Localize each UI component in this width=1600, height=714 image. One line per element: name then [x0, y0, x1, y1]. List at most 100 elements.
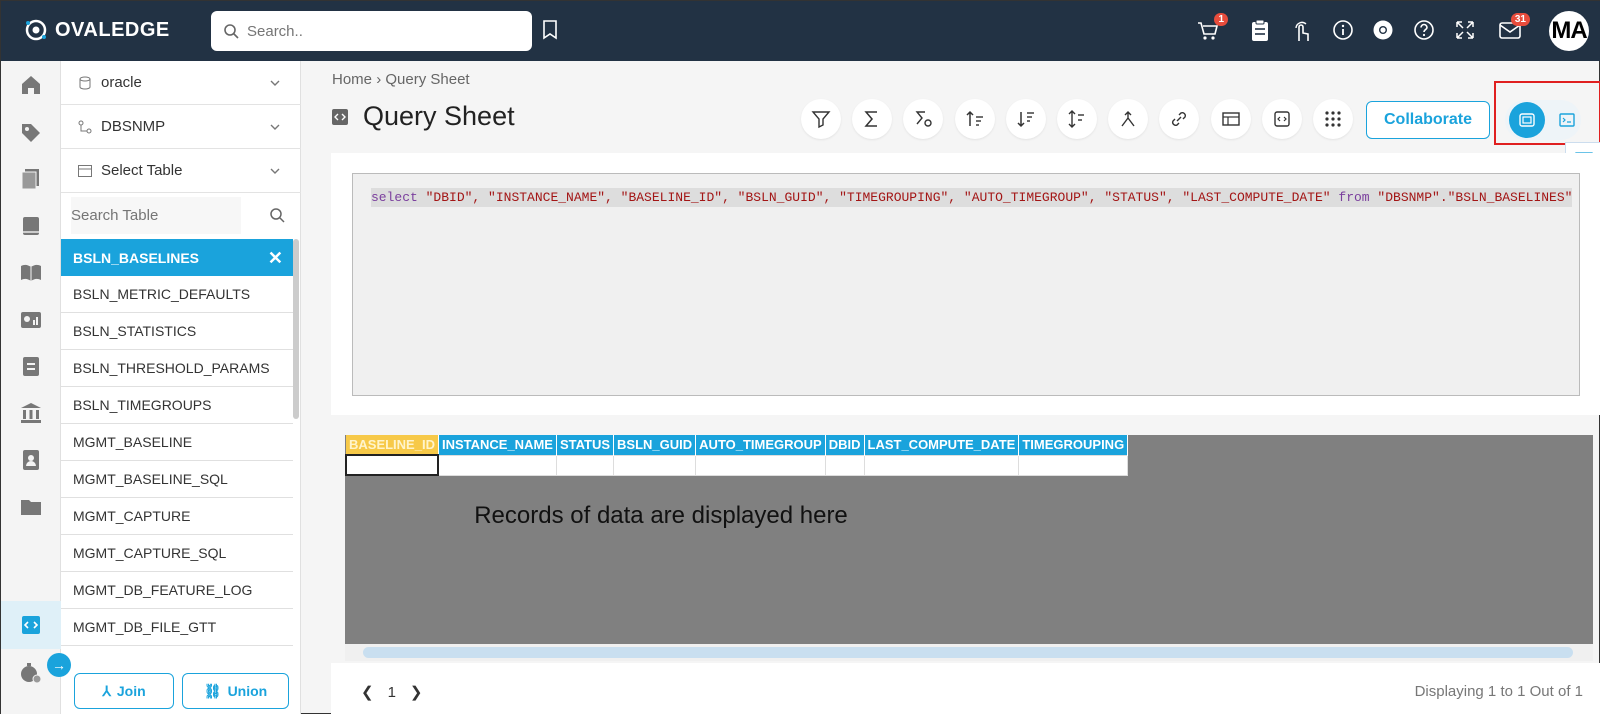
grid-column-header[interactable]: INSTANCE_NAME — [438, 435, 557, 455]
sort-ascending-button[interactable] — [955, 99, 995, 139]
sql-text: select "DBID", "INSTANCE_NAME", "BASELIN… — [371, 188, 1573, 207]
table-list-item[interactable]: BSLN_TIMEGROUPS — [61, 387, 293, 424]
home-icon[interactable] — [19, 73, 43, 97]
sort-descending-button[interactable] — [1006, 99, 1046, 139]
grid-cell[interactable] — [863, 454, 1020, 476]
link-button[interactable] — [1159, 99, 1199, 139]
folder-icon[interactable] — [19, 495, 43, 519]
sort-button[interactable] — [1057, 99, 1097, 139]
mail-button[interactable]: 31 — [1498, 13, 1530, 46]
cart-badge: 1 — [1214, 13, 1228, 26]
annotation-note: Records of data are displayed here — [474, 502, 848, 529]
collapse-panel-button[interactable]: → — [47, 653, 71, 677]
join-label: Join — [116, 683, 146, 699]
table-value: Select Table — [101, 162, 183, 179]
aggregate-button[interactable] — [852, 99, 892, 139]
open-book-icon[interactable] — [19, 261, 43, 285]
table-name: MGMT_BASELINE — [73, 434, 193, 450]
grid-cell[interactable] — [437, 454, 557, 476]
grid-column-header[interactable]: AUTO_TIMEGROUP — [695, 435, 826, 455]
grid-header-row: BASELINE_ID INSTANCE_NAME STATUS BSLN_GU… — [346, 435, 1129, 455]
pagination-bar — [331, 663, 1600, 714]
governance-icon[interactable] — [19, 401, 43, 425]
sql-editor[interactable]: select "DBID", "INSTANCE_NAME", "BASELIN… — [352, 173, 1580, 396]
table-view-button[interactable] — [1211, 99, 1251, 139]
task-icon[interactable] — [19, 354, 43, 378]
table-select[interactable]: Select Table — [61, 149, 301, 193]
expand-icon[interactable] — [1454, 19, 1476, 41]
table-search-input[interactable] — [71, 196, 241, 234]
table-list-item[interactable]: BSLN_BASELINES ✕ — [61, 239, 293, 276]
mail-badge: 31 — [1510, 13, 1530, 26]
contacts-icon[interactable] — [19, 448, 43, 472]
grid-column-header[interactable]: LAST_COMPUTE_DATE — [864, 435, 1020, 455]
horizontal-scrollbar[interactable] — [345, 644, 1593, 661]
saved-query-button[interactable] — [1262, 99, 1302, 139]
grid-column-header[interactable]: BSLN_GUID — [613, 435, 697, 455]
join-button[interactable]: ⅄ Join — [74, 673, 174, 709]
cart-button[interactable]: 1 — [1196, 13, 1228, 48]
connector-select[interactable]: oracle — [61, 61, 301, 105]
join-tool-button[interactable] — [1108, 99, 1148, 139]
touch-icon[interactable] — [1291, 19, 1313, 43]
bookmark-icon[interactable] — [541, 19, 559, 41]
table-list-scrollbar[interactable] — [293, 239, 299, 419]
sort-icon — [1068, 110, 1084, 128]
avatar[interactable]: MA — [1549, 11, 1589, 51]
next-page-icon[interactable]: ❯ — [410, 683, 423, 701]
schema-select[interactable]: DBSNMP — [61, 105, 301, 149]
prev-page-icon[interactable]: ❮ — [361, 683, 374, 701]
grid-cell[interactable] — [344, 454, 440, 476]
query-sheet-icon[interactable] — [19, 613, 43, 637]
page-number[interactable]: 1 — [388, 684, 396, 701]
close-icon[interactable]: ✕ — [268, 248, 283, 269]
grid-cell[interactable] — [824, 454, 865, 476]
function-settings-button[interactable] — [903, 99, 943, 139]
clipboard-icon[interactable] — [1250, 19, 1270, 43]
sql-keyword: from — [1338, 190, 1370, 205]
union-button[interactable]: ⛓ Union — [182, 673, 289, 709]
table-name: BSLN_STATISTICS — [73, 323, 197, 339]
grid-cell[interactable] — [555, 454, 615, 476]
table-list-item[interactable]: BSLN_THRESHOLD_PARAMS — [61, 350, 293, 387]
grid-column-header[interactable]: TIMEGROUPING — [1018, 435, 1129, 455]
table-icon — [1222, 112, 1240, 126]
grid-column-header[interactable]: DBID — [825, 435, 865, 455]
book-icon[interactable] — [19, 214, 43, 238]
left-nav — [1, 61, 61, 714]
table-list-item[interactable]: MGMT_DB_FEATURE_LOG — [61, 572, 293, 609]
table-list-item[interactable]: BSLN_METRIC_DEFAULTS — [61, 276, 293, 313]
scrollbar-thumb[interactable] — [363, 647, 1573, 658]
chrome-icon[interactable] — [1372, 19, 1394, 41]
more-options-button[interactable] — [1313, 99, 1353, 139]
grid-cell[interactable] — [1018, 454, 1129, 476]
global-search[interactable] — [211, 11, 532, 51]
filter-button[interactable] — [801, 99, 841, 139]
table-name: BSLN_METRIC_DEFAULTS — [73, 286, 251, 302]
timer-settings-icon[interactable] — [19, 661, 43, 685]
table-list-item[interactable]: MGMT_CAPTURE — [61, 498, 293, 535]
breadcrumb-home[interactable]: Home — [332, 71, 372, 88]
logo[interactable]: OVALEDGE — [23, 17, 170, 43]
search-icon[interactable] — [269, 207, 285, 223]
grid-dots-icon — [1325, 111, 1341, 127]
table-list-item[interactable]: MGMT_DB_FILE_GTT — [61, 609, 293, 646]
help-icon[interactable] — [1413, 19, 1435, 41]
tag-icon[interactable] — [19, 121, 43, 145]
grid-column-header[interactable]: BASELINE_ID — [346, 435, 439, 455]
grid-cell[interactable] — [695, 454, 826, 476]
table-name: BSLN_THRESHOLD_PARAMS — [73, 360, 270, 376]
grid-cell[interactable] — [613, 454, 697, 476]
grid-column-header[interactable]: STATUS — [556, 435, 615, 455]
info-icon[interactable] — [1332, 19, 1354, 41]
table-list-item[interactable]: MGMT_CAPTURE_SQL — [61, 535, 293, 572]
documents-icon[interactable] — [19, 167, 43, 191]
collaborate-button[interactable]: Collaborate — [1366, 101, 1490, 139]
report-icon[interactable] — [19, 308, 43, 332]
table-list-item[interactable]: MGMT_BASELINE_SQL — [61, 461, 293, 498]
query-sheet-icon — [332, 108, 348, 125]
ovaledge-logo-icon — [25, 19, 47, 41]
table-list-item[interactable]: MGMT_BASELINE — [61, 424, 293, 461]
search-input[interactable] — [247, 22, 507, 40]
table-list-item[interactable]: BSLN_STATISTICS — [61, 313, 293, 350]
